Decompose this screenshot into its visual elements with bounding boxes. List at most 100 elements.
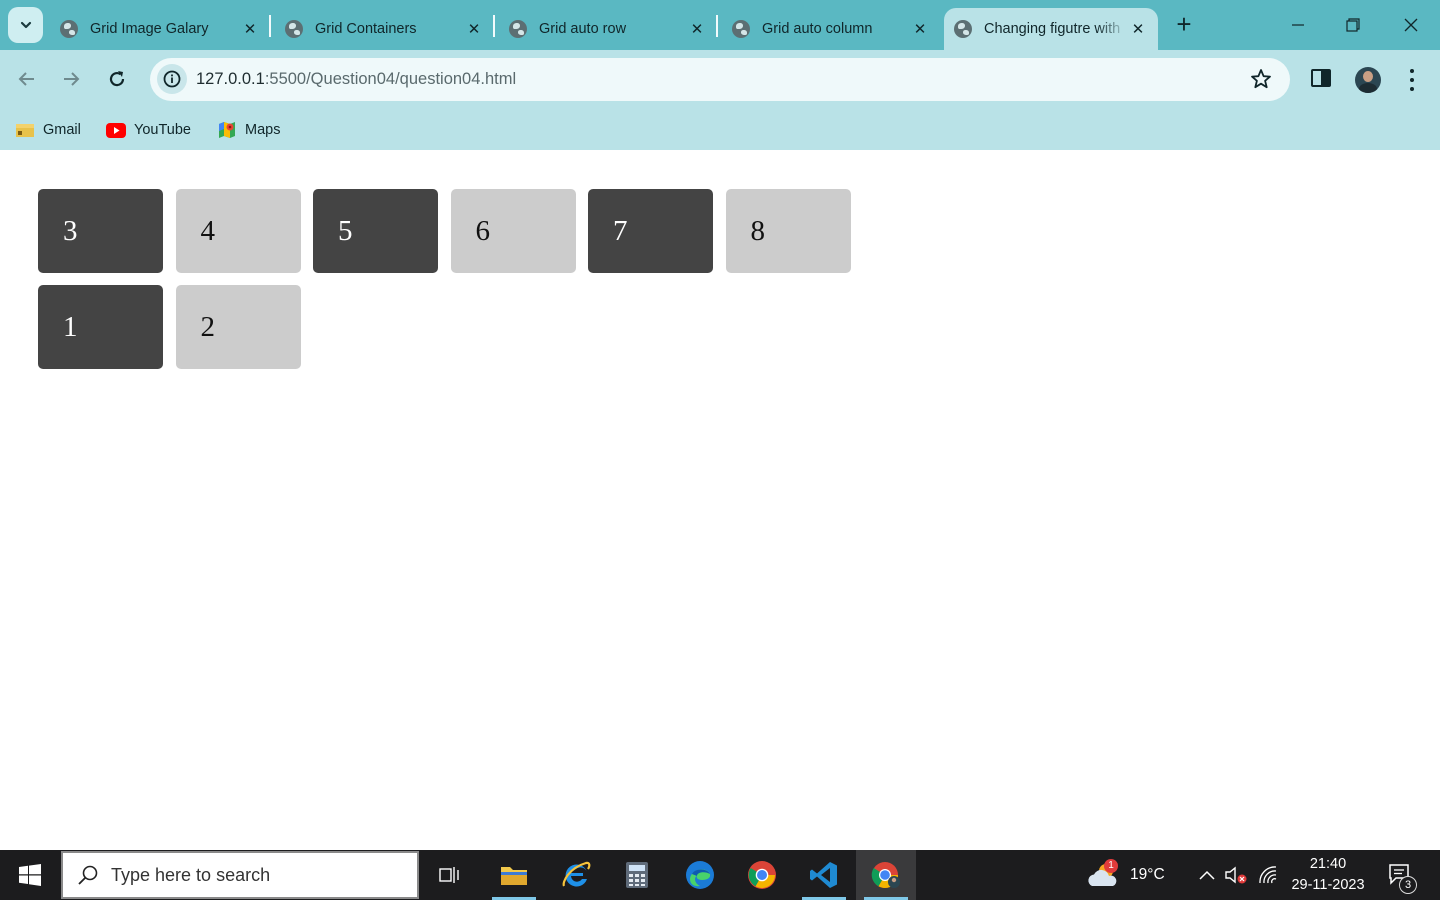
reload-button[interactable] <box>100 62 134 96</box>
new-tab-button[interactable]: + <box>1170 10 1198 40</box>
vscode-icon <box>810 862 837 888</box>
tab-grid-auto-column[interactable]: Grid auto column ✕ <box>732 8 930 50</box>
browser-toolbar: 127.0.0.1:5500/Question04/question04.htm… <box>0 50 1440 110</box>
forward-button[interactable] <box>54 62 88 96</box>
task-view-button[interactable] <box>420 850 480 900</box>
tab-title: Grid Containers <box>315 21 417 37</box>
tab-separator <box>493 15 495 37</box>
reload-icon <box>109 71 125 87</box>
taskbar-internet-explorer[interactable] <box>546 850 606 900</box>
url-text[interactable]: 127.0.0.1:5500/Question04/question04.htm… <box>196 70 516 89</box>
minimize-icon <box>1292 24 1304 26</box>
tab-search-button[interactable] <box>8 7 43 43</box>
chevron-down-icon <box>20 21 31 29</box>
url-path: :5500/Question04/question04.html <box>264 70 517 88</box>
close-icon[interactable]: ✕ <box>1128 20 1148 38</box>
weather-temp: 19°C <box>1130 866 1165 883</box>
bookmark-star-button[interactable] <box>1250 68 1272 95</box>
grid-container: 3 4 5 6 7 8 1 2 <box>38 189 851 369</box>
site-info-button[interactable] <box>157 64 187 94</box>
network-button[interactable] <box>1254 850 1282 900</box>
tab-grid-containers[interactable]: Grid Containers ✕ <box>285 8 484 50</box>
globe-icon <box>60 20 78 38</box>
clock-date: 29-11-2023 <box>1291 877 1365 893</box>
bookmark-youtube[interactable]: YouTube <box>106 117 191 143</box>
minimize-button[interactable] <box>1278 8 1318 42</box>
task-view-icon <box>439 867 459 883</box>
gmail-icon <box>16 124 34 137</box>
show-hidden-icons-button[interactable] <box>1194 850 1220 900</box>
taskbar-chrome-active[interactable] <box>856 850 916 900</box>
browser-menu-button[interactable] <box>1402 69 1422 91</box>
chrome-profile-icon <box>871 862 900 889</box>
restore-icon <box>1346 18 1360 32</box>
tab-title: Grid auto column <box>762 21 873 37</box>
restore-button[interactable] <box>1333 8 1373 42</box>
close-icon[interactable]: ✕ <box>464 20 484 38</box>
close-icon <box>1404 18 1418 32</box>
bookmark-gmail[interactable]: Gmail <box>15 117 81 143</box>
tab-separator <box>716 15 718 37</box>
taskbar-clock[interactable]: 21:40 29-11-2023 <box>1280 854 1376 896</box>
internet-explorer-icon <box>562 861 591 887</box>
url-host: 127.0.0.1 <box>196 70 265 88</box>
volume-muted-icon <box>1225 866 1247 884</box>
tab-title: Changing figutre with <box>984 21 1121 37</box>
tab-title: Grid Image Galary <box>90 21 209 37</box>
chrome-icon <box>748 861 776 889</box>
close-icon[interactable]: ✕ <box>687 20 707 38</box>
weather-widget[interactable]: 1 19°C <box>1086 850 1176 900</box>
globe-icon <box>954 20 972 38</box>
wifi-icon <box>1259 866 1277 884</box>
star-icon <box>1251 69 1271 89</box>
volume-button[interactable] <box>1222 850 1250 900</box>
search-icon <box>78 865 98 885</box>
globe-icon <box>285 20 303 38</box>
edge-icon <box>686 861 714 889</box>
taskbar-vscode[interactable] <box>794 850 854 900</box>
grid-item: 3 <box>38 189 163 273</box>
tab-grid-image-galary[interactable]: Grid Image Galary ✕ <box>60 8 260 50</box>
menu-dot <box>1410 87 1414 91</box>
bookmark-label: YouTube <box>134 122 191 138</box>
grid-item: 6 <box>450 189 576 273</box>
bookmark-label: Maps <box>245 122 281 138</box>
grid-item: 5 <box>313 189 438 273</box>
grid-item: 7 <box>588 189 713 273</box>
menu-dot <box>1410 69 1414 73</box>
close-icon[interactable]: ✕ <box>240 20 260 38</box>
globe-icon <box>732 20 750 38</box>
clock-time: 21:40 <box>1309 856 1347 872</box>
address-bar[interactable]: 127.0.0.1:5500/Question04/question04.htm… <box>150 58 1290 101</box>
back-button[interactable] <box>10 62 44 96</box>
bookmark-label: Gmail <box>43 122 81 138</box>
start-button[interactable] <box>0 850 60 900</box>
menu-dot <box>1410 78 1414 82</box>
close-window-button[interactable] <box>1391 8 1431 42</box>
taskbar-edge[interactable] <box>670 850 730 900</box>
info-icon <box>163 70 181 88</box>
bookmarks-bar: Gmail YouTube Maps <box>0 110 1440 150</box>
grid-item: 8 <box>725 189 851 273</box>
taskbar-chrome[interactable] <box>732 850 792 900</box>
grid-item: 1 <box>38 285 163 369</box>
close-icon[interactable]: ✕ <box>910 20 930 38</box>
grid-item: 2 <box>175 285 301 369</box>
tab-separator <box>269 15 271 37</box>
tab-grid-auto-row[interactable]: Grid auto row ✕ <box>509 8 707 50</box>
bookmark-maps[interactable]: Maps <box>217 117 280 143</box>
search-placeholder: Type here to search <box>111 864 271 885</box>
side-panel-button[interactable] <box>1311 69 1331 87</box>
taskbar-file-explorer[interactable] <box>484 850 544 900</box>
taskbar-calculator[interactable] <box>607 850 667 900</box>
maps-icon <box>219 122 235 138</box>
tab-changing-figure[interactable]: Changing figutre with ✕ <box>944 8 1158 50</box>
windows-logo-icon <box>19 864 41 886</box>
taskbar-search-box[interactable]: Type here to search <box>61 851 419 899</box>
globe-icon <box>509 20 527 38</box>
profile-avatar[interactable] <box>1355 67 1381 93</box>
chevron-up-icon <box>1199 870 1215 880</box>
grid-item: 4 <box>175 189 301 273</box>
tab-title: Grid auto row <box>539 21 627 37</box>
calculator-icon <box>626 862 648 888</box>
